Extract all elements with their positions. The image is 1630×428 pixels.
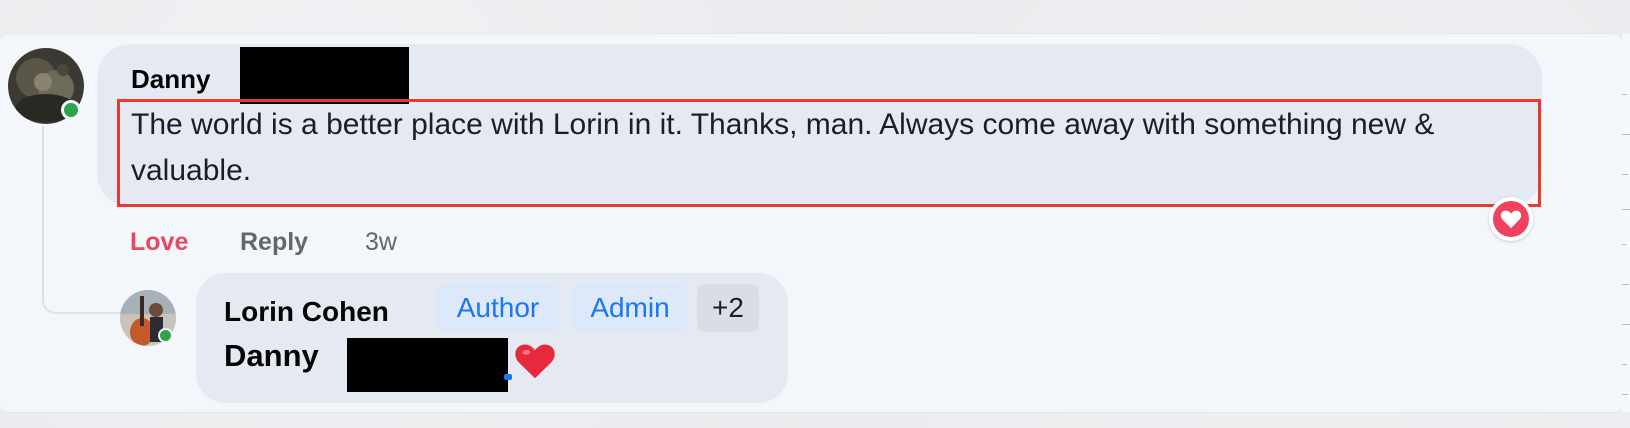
reaction-badge-inner <box>1493 201 1529 237</box>
heart-icon <box>1500 210 1522 229</box>
comment-author-name[interactable]: Danny <box>131 64 210 95</box>
reaction-count-badge[interactable] <box>1489 197 1533 241</box>
commenter-avatar[interactable] <box>8 48 84 124</box>
reply-button[interactable]: Reply <box>240 228 308 257</box>
scrollbar-edge <box>1622 34 1630 412</box>
author-badge[interactable]: Author <box>436 284 560 332</box>
redacted-mention-surname <box>347 338 508 392</box>
online-status-dot <box>158 328 173 343</box>
comment-timestamp[interactable]: 3w <box>365 228 397 257</box>
love-reaction-button[interactable]: Love <box>130 228 188 257</box>
mention-underline-fragment <box>504 374 512 380</box>
admin-badge[interactable]: Admin <box>571 284 689 332</box>
online-status-dot <box>61 100 81 120</box>
reply-author-name[interactable]: Lorin Cohen <box>224 296 389 328</box>
reply-author-avatar[interactable] <box>120 290 176 346</box>
highlight-annotation-box <box>117 99 1541 207</box>
redacted-surname <box>240 47 409 104</box>
red-heart-emoji <box>514 342 556 385</box>
more-badges-count[interactable]: +2 <box>697 284 759 332</box>
reply-mention[interactable]: Danny <box>224 338 319 374</box>
